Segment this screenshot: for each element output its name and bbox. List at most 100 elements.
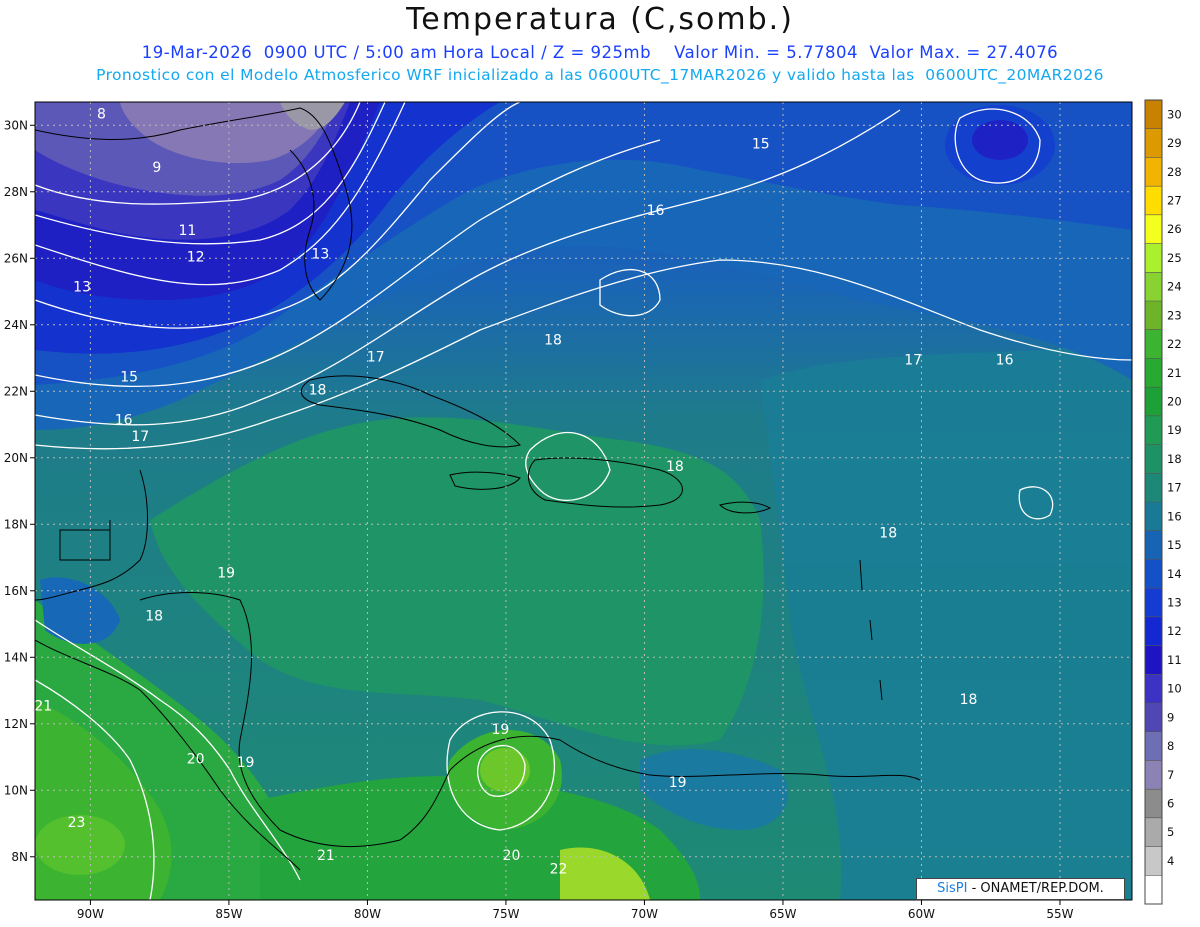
colorbar-label: 19 (1167, 423, 1182, 437)
lon-tick-label: 60W (908, 907, 935, 921)
lat-tick-label: 20N (4, 451, 28, 465)
colorbar-label: 18 (1167, 452, 1182, 466)
contour-label: 9 (152, 160, 161, 176)
colorbar-label: 29 (1167, 136, 1182, 150)
colorbar-swatch (1145, 100, 1162, 130)
colorbar-swatch (1145, 588, 1162, 618)
contour-label: 17 (131, 429, 149, 445)
colorbar-label: 5 (1167, 825, 1174, 839)
lon-tick-label: 90W (77, 907, 104, 921)
colorbar-swatch (1145, 731, 1162, 761)
lon-tick-label: 65W (769, 907, 796, 921)
contour-label: 8 (97, 107, 106, 123)
colorbar-label: 8 (1167, 739, 1174, 753)
credit-box: SisPI - ONAMET/REP.DOM. (916, 878, 1125, 900)
colorbar-swatch (1145, 760, 1162, 790)
lat-tick-label: 12N (4, 717, 28, 731)
colorbar-swatch (1145, 645, 1162, 675)
contour-label: 19 (217, 565, 235, 581)
colorbar-label: 20 (1167, 395, 1182, 409)
colorbar-label: 13 (1167, 596, 1182, 610)
colorbar-label: 4 (1167, 854, 1174, 868)
contour-label: 17 (367, 349, 385, 365)
colorbar-swatch (1145, 214, 1162, 245)
colorbar-swatch (1145, 329, 1162, 359)
colorbar-label: 28 (1167, 165, 1182, 179)
colorbar-label: 9 (1167, 710, 1174, 724)
lat-tick-label: 10N (4, 783, 28, 797)
credit-text: - ONAMET/REP.DOM. (971, 881, 1104, 896)
lat-tick-label: 16N (4, 584, 28, 598)
colorbar-swatch (1145, 616, 1162, 647)
colorbar-swatch (1145, 502, 1162, 532)
colorbar-label: 24 (1167, 280, 1182, 294)
colorbar-label: 6 (1167, 797, 1174, 811)
contour-label: 13 (311, 246, 329, 262)
colorbar-swatch (1145, 358, 1162, 388)
contour-label: 18 (544, 333, 562, 349)
colorbar-label: 21 (1167, 366, 1182, 380)
field-cold-core-ne (972, 120, 1028, 160)
contour-label: 18 (145, 609, 163, 625)
colorbar-swatch (1145, 875, 1162, 905)
contour-label: 11 (178, 223, 196, 239)
colorbar-swatch (1145, 674, 1162, 704)
lon-tick-label: 80W (354, 907, 381, 921)
contour-label: 16 (996, 353, 1014, 369)
colorbar-swatch (1145, 243, 1162, 273)
map-field (35, 102, 1132, 900)
colorbar-swatch (1145, 559, 1162, 589)
lat-tick-label: 26N (4, 251, 28, 265)
colorbar-label: 26 (1167, 222, 1182, 236)
contour-label: 18 (309, 383, 327, 399)
contour-label: 19 (669, 775, 687, 791)
colorbar-swatch (1145, 444, 1162, 474)
contour-label: 15 (120, 369, 138, 385)
colorbar-swatch (1145, 415, 1162, 446)
lat-tick-label: 28N (4, 185, 28, 199)
lon-tick-label: 55W (1046, 907, 1073, 921)
colorbar-label: 17 (1167, 481, 1182, 495)
colorbar-label: 7 (1167, 768, 1174, 782)
contour-label: 15 (752, 137, 770, 153)
lat-tick-label: 8N (11, 850, 28, 864)
colorbar-swatch (1145, 301, 1162, 331)
colorbar-swatch (1145, 157, 1162, 187)
colorbar-label: 30 (1167, 107, 1182, 121)
colorbar-label: 11 (1167, 653, 1182, 667)
colorbar-swatch (1145, 846, 1162, 876)
colorbar-label: 22 (1167, 337, 1182, 351)
colorbar-swatch (1145, 128, 1162, 158)
colorbar-label: 12 (1167, 624, 1182, 638)
contour-label: 18 (666, 459, 684, 475)
sispi-logo: SisPI (937, 881, 968, 896)
colorbar-swatch (1145, 789, 1162, 819)
colorbar-swatch (1145, 272, 1162, 302)
colorbar-swatch (1145, 473, 1162, 503)
lat-tick-label: 22N (4, 384, 28, 398)
colorbar-label: 27 (1167, 194, 1182, 208)
contour-label: 21 (317, 848, 335, 864)
contour-label: 18 (879, 526, 897, 542)
contour-label: 13 (73, 280, 91, 296)
lon-tick-label: 85W (215, 907, 242, 921)
lat-tick-label: 24N (4, 318, 28, 332)
contour-label: 23 (68, 815, 86, 831)
colorbar-label: 23 (1167, 308, 1182, 322)
colorbar-swatch (1145, 530, 1162, 560)
colorbar-label: 25 (1167, 251, 1182, 265)
colorbar-label: 10 (1167, 682, 1182, 696)
contour-label: 19 (237, 755, 255, 771)
contour-label: 16 (115, 413, 133, 429)
temperature-map: 891112 1313151617181718151617 161818181918… (4, 99, 1182, 921)
lat-tick-label: 18N (4, 517, 28, 531)
lat-tick-label: 30N (4, 118, 28, 132)
colorbar-swatch (1145, 387, 1162, 417)
colorbar-label: 15 (1167, 538, 1182, 552)
field-hot-cell-colombia (480, 748, 530, 792)
contour-label: 18 (960, 692, 978, 708)
colorbar-label: 14 (1167, 567, 1182, 581)
lon-tick-label: 70W (631, 907, 658, 921)
colorbar-label: 16 (1167, 509, 1182, 523)
colorbar-swatch (1145, 703, 1162, 733)
